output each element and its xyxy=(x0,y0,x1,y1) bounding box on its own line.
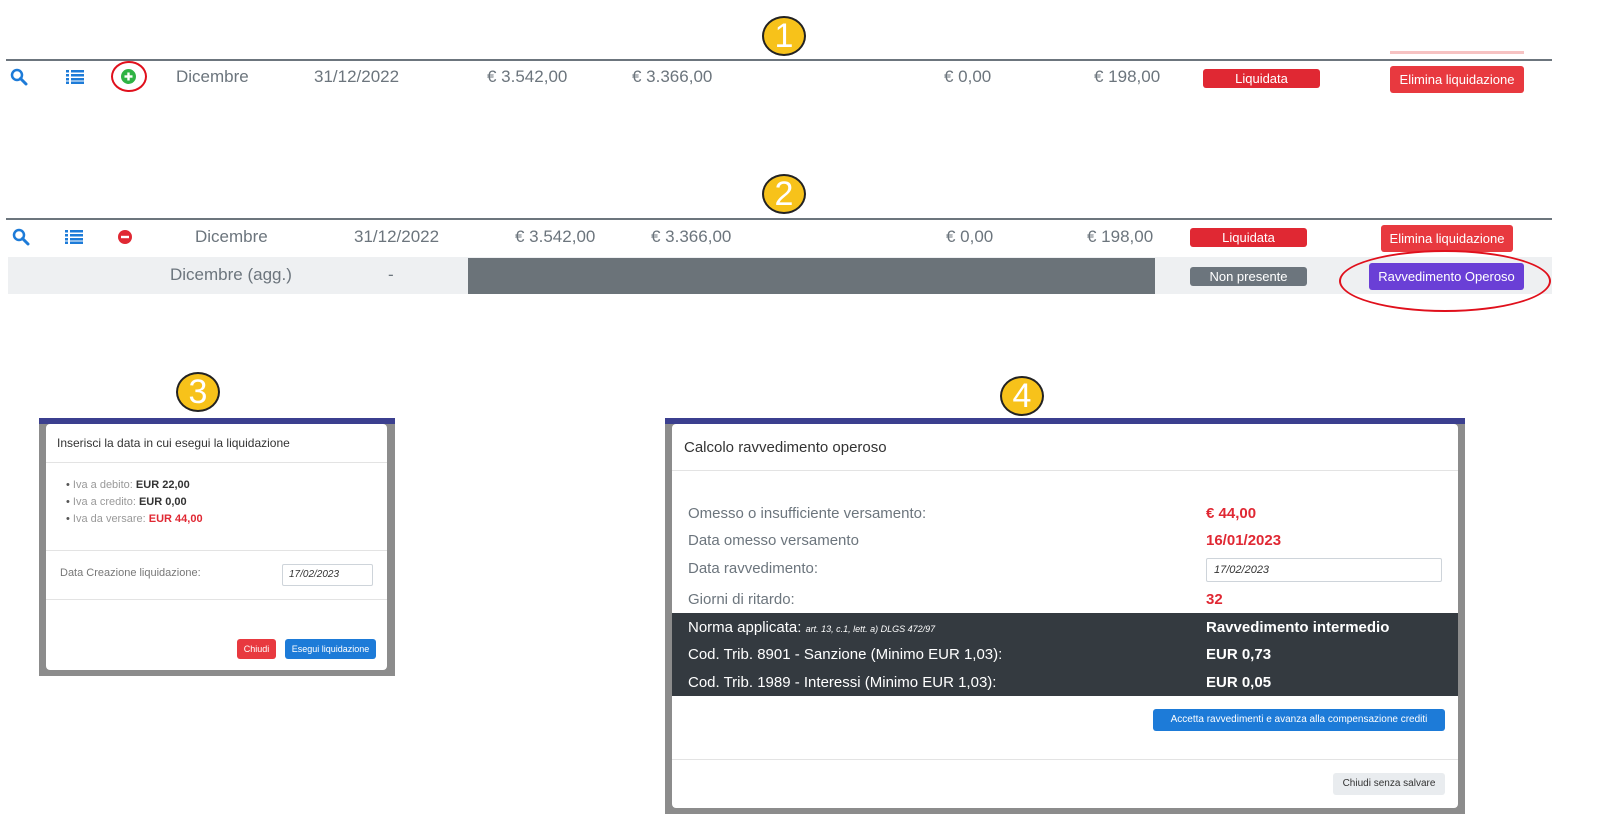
list-item: • Iva a debito: EUR 22,00 xyxy=(66,479,190,491)
expand-plus-icon[interactable] xyxy=(121,69,136,88)
amount-cell: € 3.366,00 xyxy=(632,67,713,86)
table-top-border xyxy=(6,218,1552,220)
month-cell: Dicembre (agg.) xyxy=(170,265,292,284)
delete-settlement-button[interactable]: Elimina liquidazione xyxy=(1390,66,1524,93)
row-value: 16/01/2023 xyxy=(1206,532,1282,549)
amount-cell: € 3.542,00 xyxy=(515,227,596,246)
row-value: 32 xyxy=(1206,591,1223,608)
row-label: Data omesso versamento xyxy=(688,532,859,549)
row-label: Data ravvedimento: xyxy=(688,560,819,577)
date-cell: - xyxy=(388,265,394,284)
result-label: Cod. Trib. 1989 - Interessi (Minimo EUR … xyxy=(688,674,997,691)
result-value: EUR 0,05 xyxy=(1206,674,1272,691)
modal-title: Inserisci la data in cui esegui la liqui… xyxy=(57,436,290,450)
row-label: Giorni di ritardo: xyxy=(688,591,795,608)
list-icon[interactable] xyxy=(65,229,83,248)
prev-row-button-edge xyxy=(1390,51,1524,54)
row-label: Omesso o insufficiente versamento: xyxy=(688,505,927,522)
close-button[interactable]: Chiudi xyxy=(237,639,276,659)
status-badge: Liquidata xyxy=(1190,228,1307,247)
settlement-date-input[interactable]: 17/02/2023 xyxy=(282,564,373,586)
table-top-border xyxy=(6,59,1552,61)
date-label: Data Creazione liquidazione: xyxy=(60,567,201,579)
status-badge: Liquidata xyxy=(1203,69,1320,88)
result-value: Ravvedimento intermedio xyxy=(1206,619,1390,636)
step-marker-4: 4 xyxy=(1000,376,1044,416)
amount-cell: € 0,00 xyxy=(946,227,994,246)
status-badge: Non presente xyxy=(1190,267,1307,286)
step-marker-2: 2 xyxy=(762,174,806,214)
amount-cell: € 3.366,00 xyxy=(651,227,732,246)
step-marker-3: 3 xyxy=(176,372,220,412)
step-marker-1: 1 xyxy=(762,16,806,56)
result-label: Cod. Trib. 8901 - Sanzione (Minimo EUR 1… xyxy=(688,646,1003,663)
liquidation-modal: Inserisci la data in cui esegui la liqui… xyxy=(46,424,387,670)
highlight-ring xyxy=(1339,250,1551,312)
delete-settlement-button[interactable]: Elimina liquidazione xyxy=(1381,225,1513,252)
list-item: • Iva da versare: EUR 44,00 xyxy=(66,513,203,525)
result-value: EUR 0,73 xyxy=(1206,646,1272,663)
row-value: € 44,00 xyxy=(1206,505,1257,522)
search-icon[interactable] xyxy=(12,228,30,250)
date-cell: 31/12/2022 xyxy=(354,227,440,246)
amount-cell: € 3.542,00 xyxy=(487,67,568,86)
empty-amounts-block xyxy=(468,258,1155,294)
ravvedimento-date-input[interactable]: 17/02/2023 xyxy=(1206,558,1442,582)
month-cell: Dicembre xyxy=(195,227,268,246)
ravvedimento-modal: Calcolo ravvedimento operoso Omesso o in… xyxy=(672,424,1458,808)
run-settlement-button[interactable]: Esegui liquidazione xyxy=(285,639,376,659)
amount-cell: € 0,00 xyxy=(944,67,992,86)
vat-summary-list: • Iva a debito: EUR 22,00 • Iva a credit… xyxy=(66,477,203,528)
search-icon[interactable] xyxy=(10,68,28,90)
list-icon[interactable] xyxy=(66,69,84,88)
amount-cell: € 198,00 xyxy=(1094,67,1161,86)
collapse-minus-icon[interactable] xyxy=(118,229,132,248)
date-cell: 31/12/2022 xyxy=(314,67,400,86)
modal-title: Calcolo ravvedimento operoso xyxy=(684,439,887,456)
month-cell: Dicembre xyxy=(176,67,249,86)
result-label: Norma applicata: art. 13, c.1, lett. a) … xyxy=(688,619,936,636)
close-without-saving-button[interactable]: Chiudi senza salvare xyxy=(1333,773,1445,795)
list-item: • Iva a credito: EUR 0,00 xyxy=(66,496,187,508)
accept-ravvedimento-button[interactable]: Accetta ravvedimenti e avanza alla compe… xyxy=(1153,709,1445,731)
amount-cell: € 198,00 xyxy=(1087,227,1154,246)
